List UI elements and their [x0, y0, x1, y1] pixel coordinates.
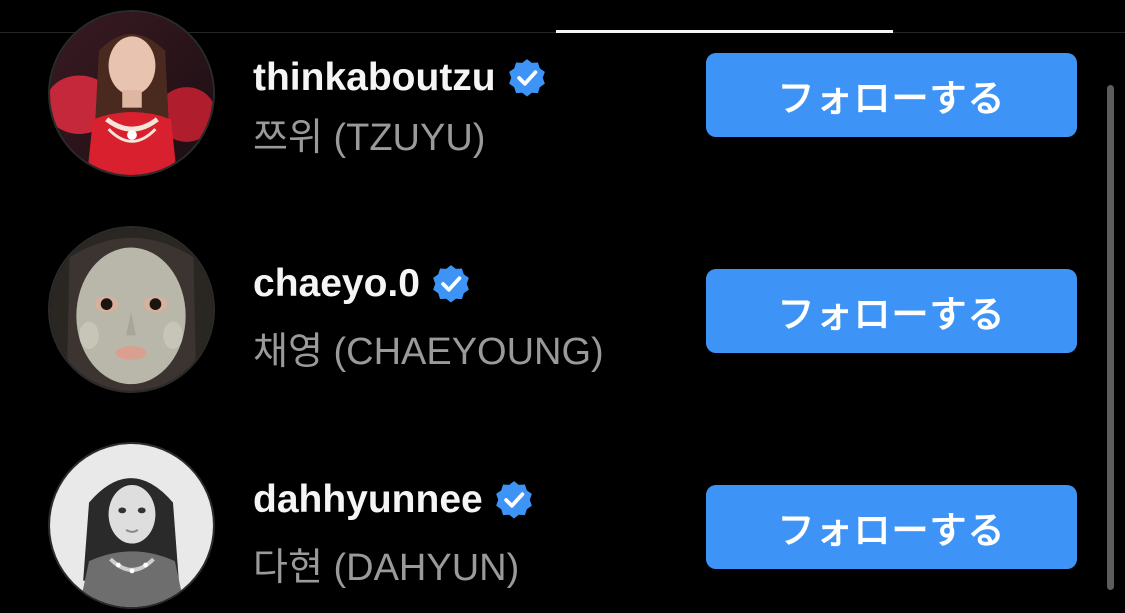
- verified-badge-icon: [506, 57, 548, 99]
- avatar-photo-dahyun: [50, 444, 213, 607]
- verified-badge-icon: [430, 263, 472, 305]
- display-name: 다현 (DAHYUN): [253, 547, 520, 589]
- scrollbar[interactable]: [1107, 85, 1114, 590]
- follow-suggestions-screen: thinkaboutzu 쯔위 (TZUYU) フォローする chaeyo.0 …: [0, 0, 1125, 613]
- list-item[interactable]: chaeyo.0 채영 (CHAEYOUNG) フォローする: [0, 226, 1100, 396]
- username[interactable]: thinkaboutzu: [253, 56, 496, 100]
- avatar[interactable]: [48, 226, 215, 393]
- list-item[interactable]: dahhyunnee 다현 (DAHYUN) フォローする: [0, 442, 1100, 612]
- username[interactable]: chaeyo.0: [253, 262, 420, 306]
- follow-button[interactable]: フォローする: [706, 53, 1077, 137]
- username-line: chaeyo.0: [253, 260, 472, 308]
- avatar[interactable]: [48, 442, 215, 609]
- username-line: thinkaboutzu: [253, 54, 548, 102]
- display-name: 채영 (CHAEYOUNG): [253, 331, 604, 373]
- follow-button[interactable]: フォローする: [706, 269, 1077, 353]
- display-name: 쯔위 (TZUYU): [253, 117, 486, 159]
- username[interactable]: dahhyunnee: [253, 478, 483, 522]
- list-item[interactable]: thinkaboutzu 쯔위 (TZUYU) フォローする: [0, 10, 1100, 180]
- avatar[interactable]: [48, 10, 215, 177]
- avatar-photo-chaeyoung: [50, 228, 213, 391]
- username-line: dahhyunnee: [253, 476, 535, 524]
- verified-badge-icon: [493, 479, 535, 521]
- follow-button[interactable]: フォローする: [706, 485, 1077, 569]
- avatar-photo-tzuyu: [50, 12, 213, 175]
